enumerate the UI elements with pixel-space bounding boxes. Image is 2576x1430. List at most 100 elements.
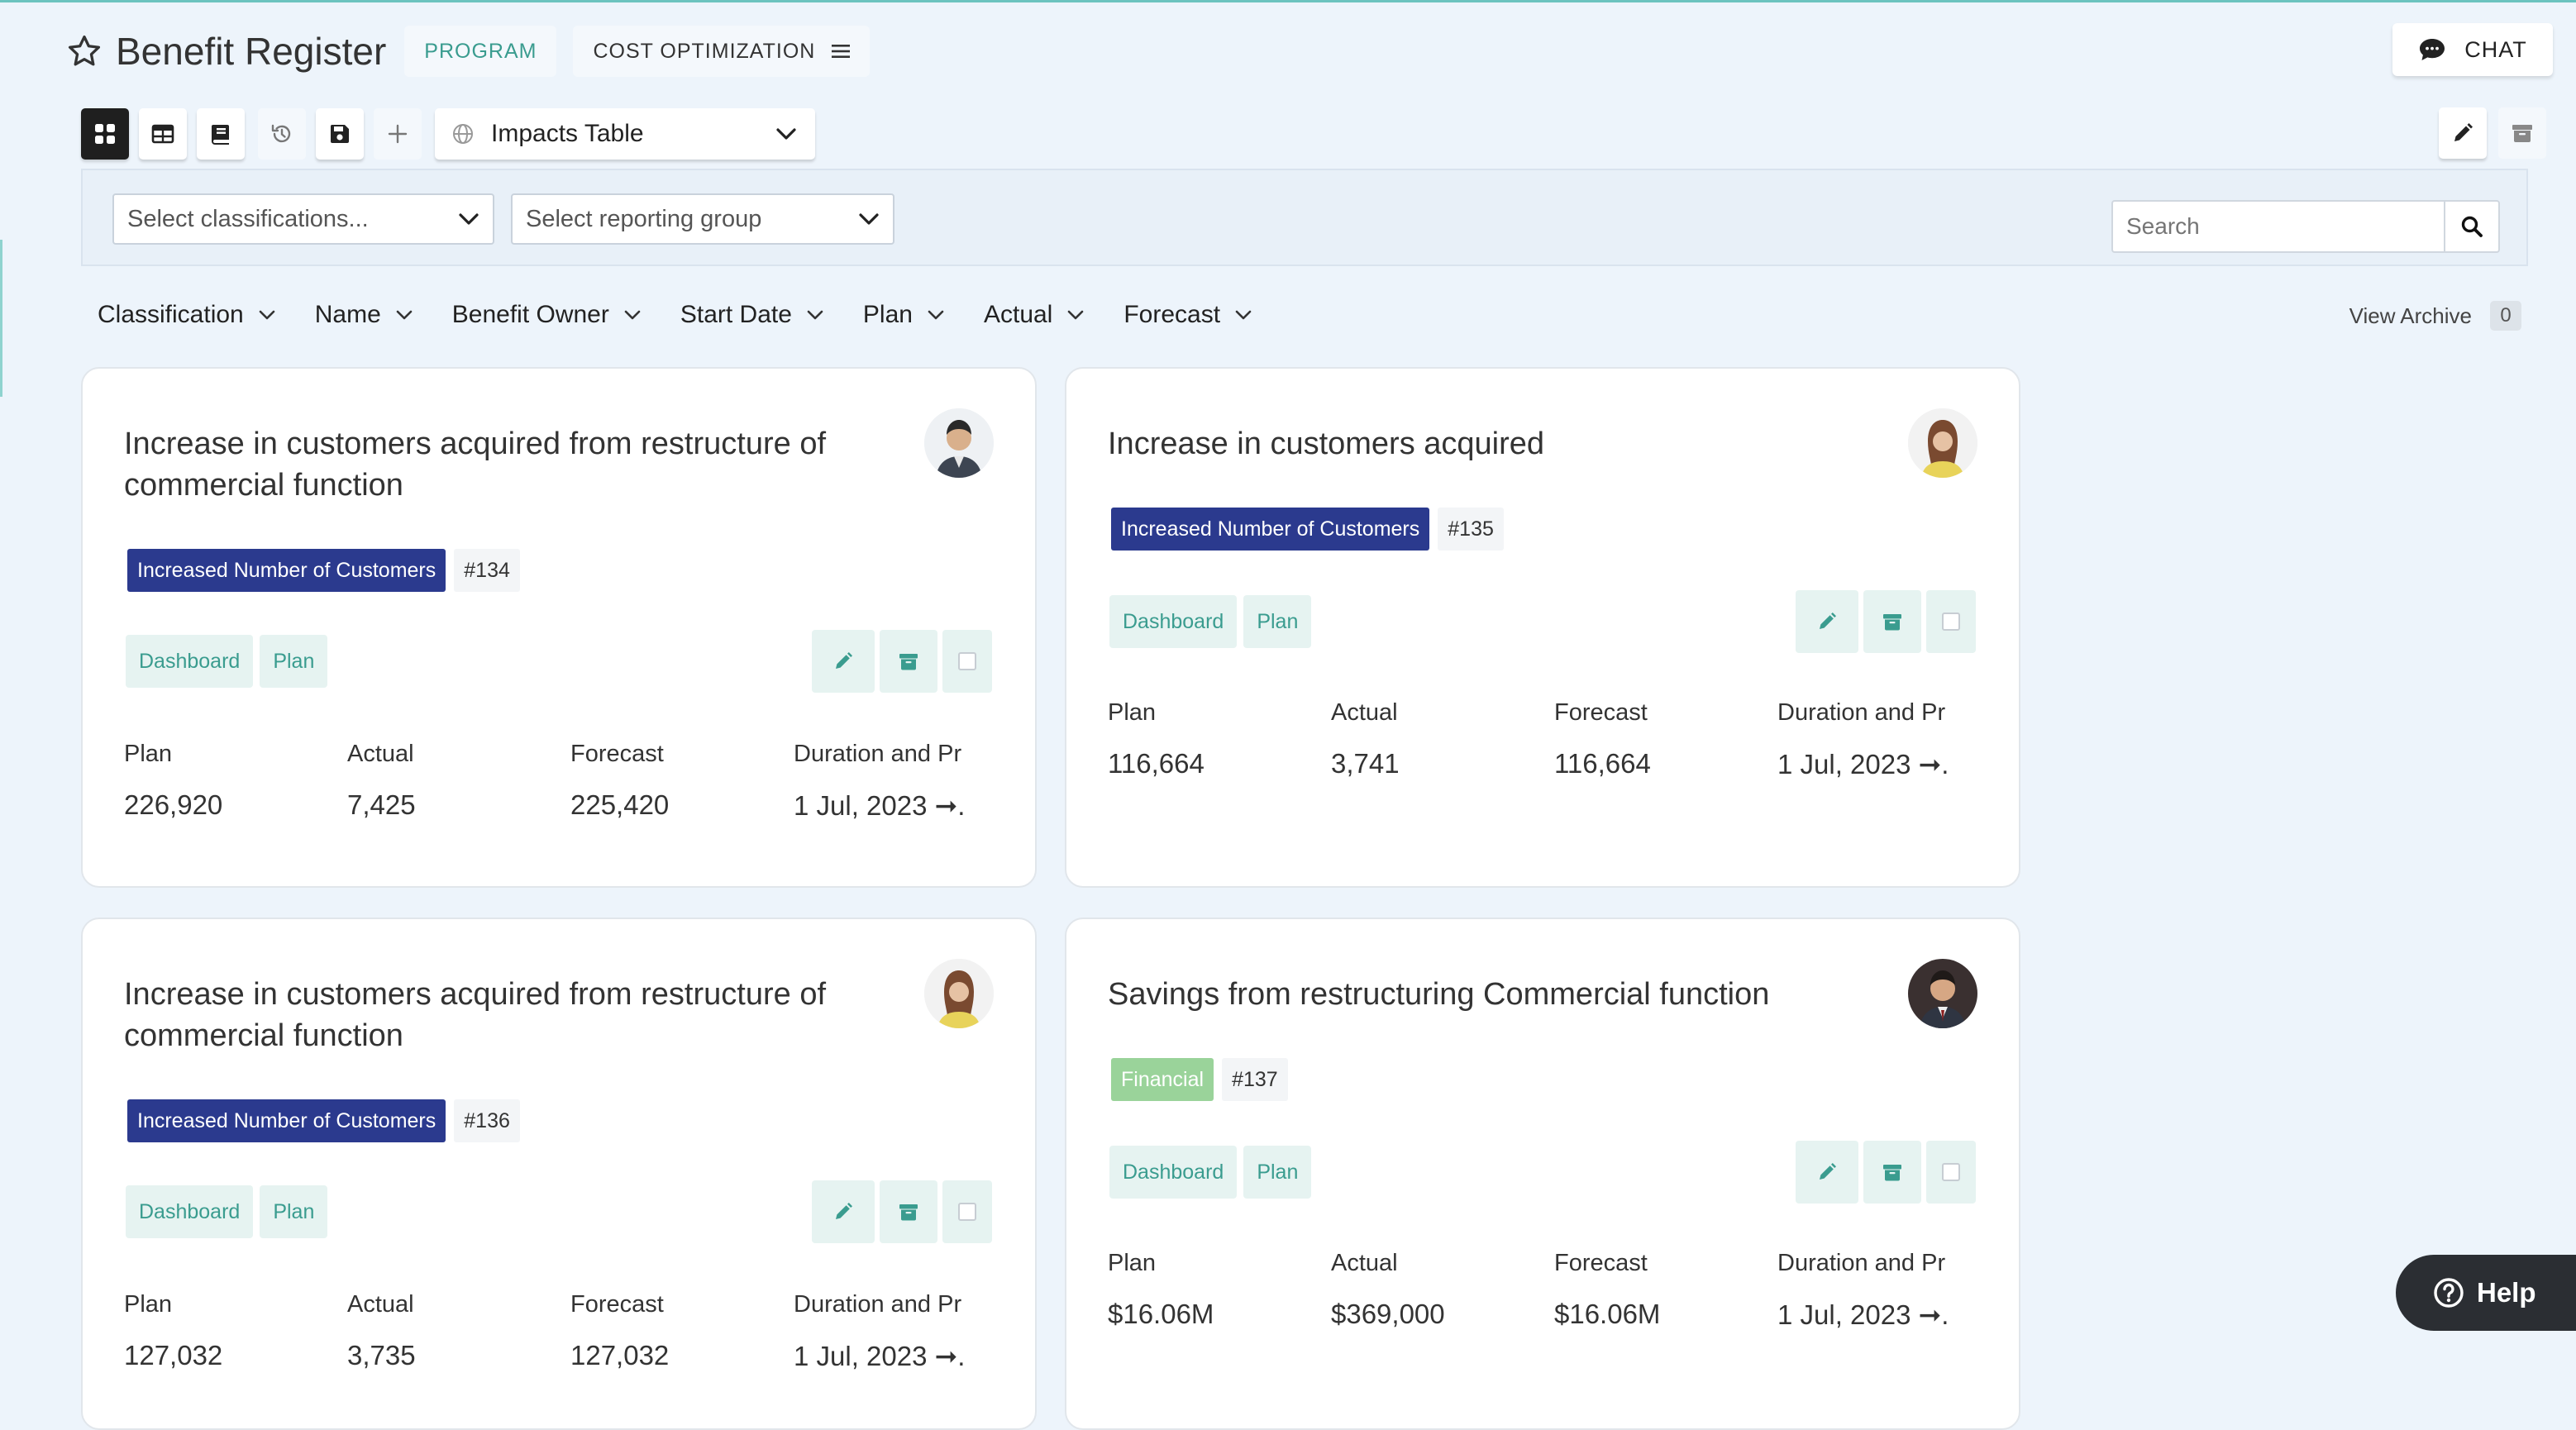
plan-label: Plan: [124, 1291, 173, 1318]
cost-optimization-pill[interactable]: COST OPTIMIZATION: [573, 26, 871, 77]
sort-actual[interactable]: Actual: [984, 301, 1084, 329]
dashboard-chip[interactable]: Dashboard: [1109, 1146, 1238, 1199]
pencil-icon: [1820, 613, 1836, 629]
archive-button[interactable]: [2498, 107, 2546, 159]
card-metrics: Plan 226,920 Actual 7,425 Forecast 225,420 …: [124, 741, 967, 822]
dashboard-chip[interactable]: Dashboard: [126, 635, 254, 688]
actual-label: Actual: [1331, 699, 1398, 726]
table-view-button[interactable]: [139, 108, 187, 160]
save-button[interactable]: [316, 108, 364, 160]
edit-button[interactable]: [1796, 1141, 1858, 1204]
chevron-down-icon: [396, 310, 413, 320]
plan-label: Plan: [1108, 1250, 1157, 1276]
plan-value: 127,032: [124, 1340, 223, 1370]
sort-benefit-owner[interactable]: Benefit Owner: [452, 301, 641, 329]
card-title: Savings from restructuring Commercial fu…: [1108, 977, 1770, 1012]
select-checkbox[interactable]: [1926, 590, 1976, 653]
right-toolbar: [2434, 107, 2553, 159]
card-title: Increase in customers acquired from rest…: [124, 427, 827, 503]
plan-metric: Plan $16.06M: [1108, 1250, 1331, 1331]
classification-tag: Increased Number of Customers: [127, 549, 446, 592]
edit-button[interactable]: [812, 1180, 875, 1243]
sort-classification[interactable]: Classification: [98, 301, 275, 329]
search-input[interactable]: [2113, 212, 2444, 241]
chevron-down-icon: [624, 310, 641, 320]
checkbox-icon: [958, 1203, 976, 1221]
actual-label: Actual: [1331, 1250, 1398, 1276]
save-icon: [330, 125, 349, 143]
sort-forecast[interactable]: Forecast: [1123, 301, 1252, 329]
dashboard-chip[interactable]: Dashboard: [126, 1185, 254, 1238]
reporting-group-placeholder: Select reporting group: [526, 205, 762, 232]
search-box: [2111, 200, 2500, 253]
card-tags: Increased Number of Customers #134: [127, 549, 520, 592]
edit-button[interactable]: [1796, 590, 1858, 653]
top-accent-bar: [0, 0, 2576, 2]
edit-mode-button[interactable]: [2439, 107, 2487, 159]
view-archive-label: View Archive: [2349, 303, 2472, 328]
archive-count-badge: 0: [2490, 301, 2521, 331]
sort-label: Benefit Owner: [451, 301, 609, 328]
reporting-group-select[interactable]: Select reporting group: [511, 193, 894, 245]
book-view-button[interactable]: [197, 108, 245, 160]
history-button[interactable]: [258, 108, 306, 160]
forecast-label: Forecast: [570, 741, 664, 767]
pencil-icon: [2454, 123, 2473, 141]
classification-tag: Financial: [1111, 1058, 1214, 1101]
archive-icon: [899, 654, 918, 670]
search-button[interactable]: [2444, 202, 2498, 251]
classifications-select[interactable]: Select classifications...: [112, 193, 494, 245]
plan-chip[interactable]: Plan: [1243, 1146, 1312, 1199]
select-checkbox[interactable]: [1926, 1141, 1976, 1204]
help-button[interactable]: Help: [2396, 1255, 2576, 1331]
classification-tag: Increased Number of Customers: [127, 1099, 446, 1142]
actual-metric: Actual 3,735: [347, 1291, 570, 1372]
chevron-down-icon: [859, 213, 879, 225]
program-pill[interactable]: PROGRAM: [404, 26, 557, 77]
dashboard-chip[interactable]: Dashboard: [1109, 595, 1238, 648]
archive-card-button[interactable]: [880, 1180, 937, 1243]
view-select[interactable]: Impacts Table: [435, 108, 815, 160]
filter-panel: Select classifications... Select reporti…: [81, 169, 2528, 266]
actual-metric: Actual 3,741: [1331, 699, 1554, 780]
edit-button[interactable]: [812, 630, 875, 693]
forecast-metric: Forecast 127,032: [570, 1291, 794, 1372]
avatar: [924, 959, 994, 1028]
archive-card-button[interactable]: [1863, 1141, 1921, 1204]
forecast-value: 225,420: [570, 789, 670, 820]
sort-label: Forecast: [1123, 301, 1221, 328]
card-tags: Increased Number of Customers #136: [127, 1099, 520, 1142]
card-actions: [807, 630, 992, 693]
plan-metric: Plan 127,032: [124, 1291, 347, 1372]
view-archive[interactable]: View Archive 0: [2349, 301, 2521, 331]
avatar: [1908, 408, 1977, 478]
archive-card-button[interactable]: [880, 630, 937, 693]
plan-chip[interactable]: Plan: [1243, 595, 1312, 648]
archive-card-button[interactable]: [1863, 590, 1921, 653]
forecast-value: 116,664: [1554, 748, 1651, 779]
benefit-card[interactable]: Increase in customers acquired from rest…: [81, 367, 1037, 888]
forecast-metric: Forecast 225,420: [570, 741, 794, 822]
card-id: #135: [1438, 508, 1504, 551]
benefit-card[interactable]: Increase in customers acquired from rest…: [81, 918, 1037, 1430]
grid-view-button[interactable]: [81, 108, 129, 160]
chat-button[interactable]: CHAT: [2392, 23, 2553, 76]
star-icon[interactable]: [66, 33, 103, 69]
card-id: #137: [1222, 1058, 1288, 1101]
add-button[interactable]: [374, 108, 422, 160]
sort-plan[interactable]: Plan: [863, 301, 944, 329]
duration-label: Duration and Pr: [794, 1291, 962, 1318]
benefit-card[interactable]: Increase in customers acquired Increased…: [1065, 367, 2020, 888]
archive-icon: [2512, 125, 2532, 142]
sort-name[interactable]: Name: [315, 301, 413, 329]
plan-chip[interactable]: Plan: [260, 1185, 328, 1238]
select-checkbox[interactable]: [942, 1180, 992, 1243]
benefit-card[interactable]: Savings from restructuring Commercial fu…: [1065, 918, 2020, 1430]
forecast-value: 127,032: [570, 1340, 670, 1370]
select-checkbox[interactable]: [942, 630, 992, 693]
sort-start-date[interactable]: Start Date: [680, 301, 823, 329]
chevron-down-icon: [928, 310, 944, 320]
chevron-down-icon: [776, 128, 796, 140]
forecast-label: Forecast: [1554, 1250, 1648, 1276]
plan-chip[interactable]: Plan: [260, 635, 328, 688]
